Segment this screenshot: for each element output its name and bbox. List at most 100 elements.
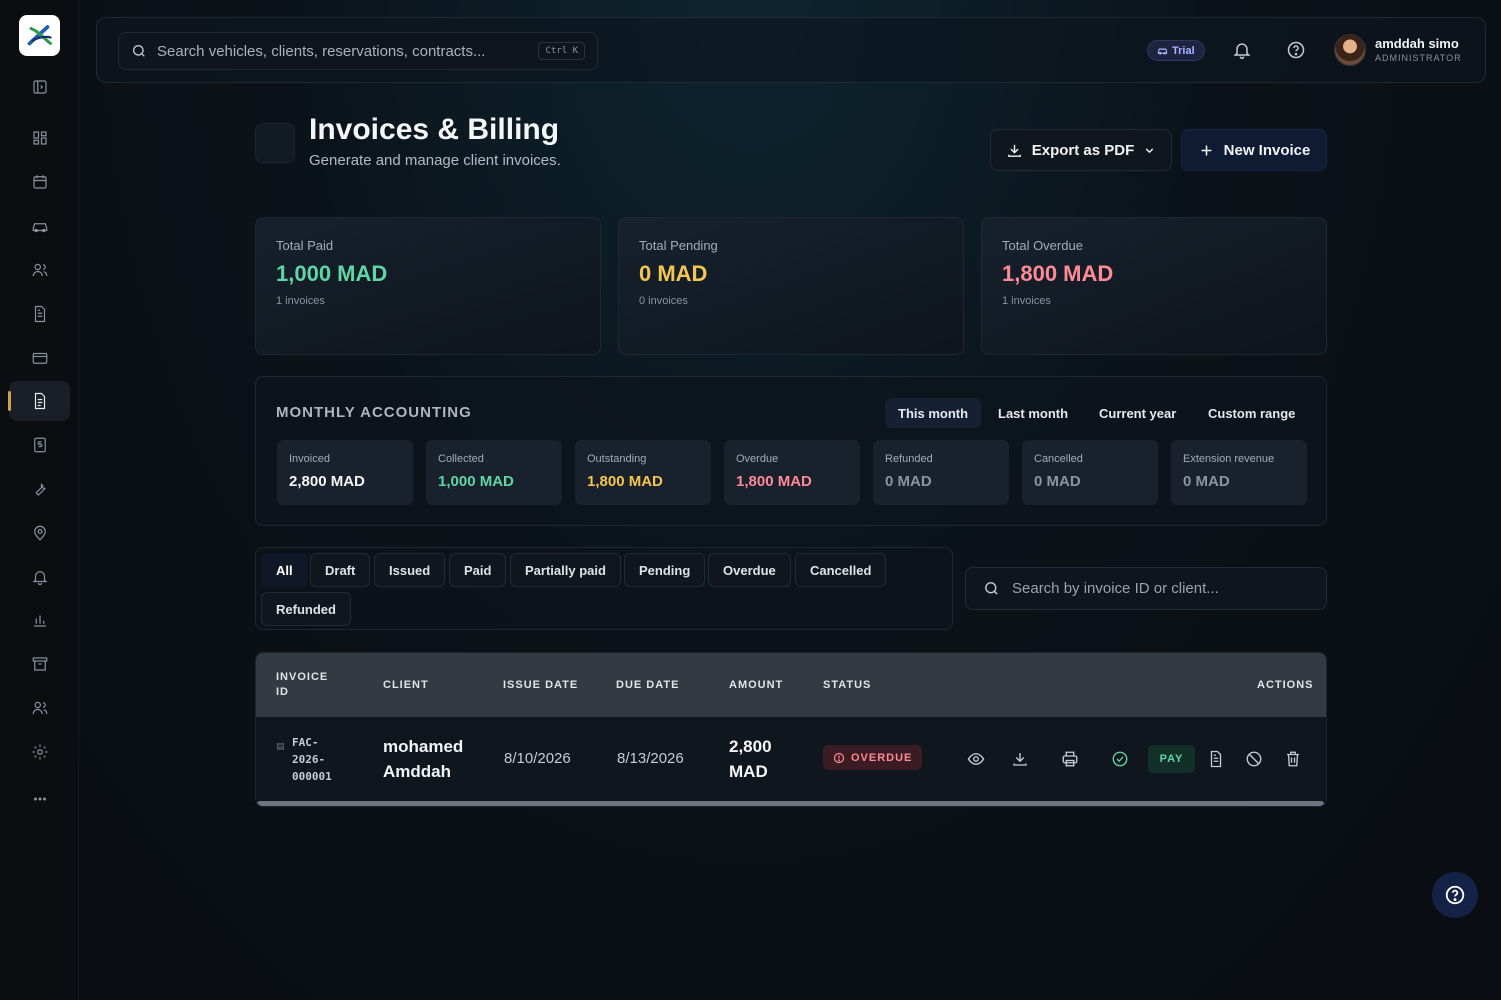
stat-count: 1 invoices: [1002, 295, 1051, 307]
client-name[interactable]: mohamed Amddah: [383, 734, 463, 784]
sidebar-item-more-dots[interactable]: [9, 779, 70, 819]
contract-document-icon: [34, 305, 45, 323]
stat-count: 1 invoices: [276, 295, 325, 307]
printer-icon: [1062, 751, 1078, 767]
range-tab-current-year[interactable]: Current year: [1086, 398, 1189, 428]
sidebar-item-car[interactable]: [9, 206, 70, 246]
sidebar-item-panel-toggle[interactable]: [9, 67, 70, 107]
user-name[interactable]: amddah simo: [1375, 36, 1459, 51]
download-invoice-button[interactable]: [1011, 750, 1029, 773]
sidebar-item-dashboard-grid[interactable]: [9, 118, 70, 158]
range-tab-this-month[interactable]: This month: [885, 398, 982, 428]
search-icon: [133, 45, 145, 57]
invoice-icon: [34, 392, 45, 410]
invoice-search-input[interactable]: Search by invoice ID or client...: [1012, 580, 1219, 597]
sidebar-item-contract-document[interactable]: [9, 294, 70, 334]
global-search[interactable]: Search vehicles, clients, reservations, …: [118, 32, 598, 70]
check-circle-icon: [1112, 751, 1128, 767]
stat-label: Total Pending: [639, 238, 718, 253]
bell-icon: [1233, 43, 1251, 60]
car-icon: [1157, 48, 1168, 55]
view-invoice-button[interactable]: [967, 750, 985, 773]
filter-chip-overdue[interactable]: Overdue: [708, 553, 791, 587]
bell-icon: [32, 571, 47, 586]
sidebar-item-bell[interactable]: [9, 557, 70, 597]
sidebar-item-wrench[interactable]: [9, 469, 70, 509]
pay-button[interactable]: PAY: [1148, 745, 1195, 773]
panel-toggle-icon: [32, 80, 47, 94]
sidebar-item-map-pin[interactable]: [9, 513, 70, 553]
invoice-search[interactable]: Search by invoice ID or client...: [965, 567, 1327, 610]
app-logo[interactable]: [19, 15, 60, 56]
search-icon: [985, 582, 998, 595]
credit-card-icon: [32, 352, 47, 364]
sidebar-item-team[interactable]: [9, 688, 70, 728]
filter-chip-all[interactable]: All: [261, 553, 308, 587]
help-chat-button[interactable]: [1432, 872, 1478, 918]
filter-chip-issued[interactable]: Issued: [374, 553, 446, 587]
column-status[interactable]: STATUS: [823, 678, 871, 693]
column-amount[interactable]: AMOUNT: [729, 678, 783, 693]
metric-value: 0 MAD: [885, 473, 932, 490]
user-avatar[interactable]: [1334, 34, 1366, 66]
metric-label: Cancelled: [1034, 453, 1083, 465]
filter-chip-partially-paid[interactable]: Partially paid: [510, 553, 621, 587]
filter-chip-paid[interactable]: Paid: [449, 553, 507, 587]
column-due-date[interactable]: DUE DATE: [616, 678, 679, 693]
column-issue-date[interactable]: ISSUE DATE: [503, 678, 578, 693]
filter-chip-pending[interactable]: Pending: [624, 553, 706, 587]
filter-chip-cancelled[interactable]: Cancelled: [795, 553, 887, 587]
car-icon: [32, 223, 47, 233]
filter-chip-draft[interactable]: Draft: [310, 553, 371, 587]
calendar-icon: [32, 175, 47, 189]
brand-logo-icon: [27, 24, 52, 45]
page-icon: [255, 123, 295, 163]
metric-label: Outstanding: [587, 453, 647, 465]
horizontal-scrollbar[interactable]: [257, 801, 1324, 806]
sidebar-item-invoice[interactable]: [8, 381, 70, 421]
trial-badge[interactable]: Trial: [1147, 40, 1205, 61]
invoice-id[interactable]: FAC- 2026- 000001: [292, 734, 332, 785]
users-icon: [32, 263, 47, 277]
metric-label: Invoiced: [289, 453, 330, 465]
print-invoice-button[interactable]: [1061, 750, 1079, 773]
invoice-file-icon: ▤: [276, 741, 285, 751]
column-actions: ACTIONS: [1257, 679, 1314, 691]
invoices-table: INVOICE ID CLIENT ISSUE DATE DUE DATE AM…: [255, 652, 1327, 807]
cancel-invoice-button[interactable]: [1245, 750, 1263, 773]
sidebar-item-calendar[interactable]: [9, 162, 70, 202]
sidebar-item-archive[interactable]: [9, 644, 70, 684]
alert-circle-icon: [833, 752, 845, 763]
sidebar-item-credit-card[interactable]: [9, 338, 70, 378]
metric-value: 0 MAD: [1183, 473, 1230, 490]
filter-chip-refunded[interactable]: Refunded: [261, 592, 351, 626]
help-button[interactable]: [1286, 40, 1306, 65]
sidebar-item-users[interactable]: [9, 250, 70, 290]
status-filter-bar: All Draft Issued Paid Partially paid Pending O…: [255, 547, 953, 630]
map-pin-icon: [33, 525, 46, 541]
monthly-accounting-title: MONTHLY ACCOUNTING: [276, 404, 472, 421]
notifications-button[interactable]: [1232, 40, 1252, 65]
download-icon: [1013, 753, 1027, 766]
range-tab-last-month[interactable]: Last month: [985, 398, 1081, 428]
credit-note-button[interactable]: [1207, 750, 1225, 773]
new-invoice-button[interactable]: New Invoice: [1181, 129, 1327, 171]
stat-card: Total Pending 0 MAD 0 invoices: [618, 217, 964, 355]
table-row[interactable]: ▤ FAC- 2026- 000001 mohamed Amddah 8/10/…: [256, 717, 1326, 801]
delete-invoice-button[interactable]: [1284, 750, 1302, 773]
sidebar-item-bar-chart[interactable]: [9, 600, 70, 640]
range-tab-custom-range[interactable]: Custom range: [1195, 398, 1308, 428]
accounting-metric-extension-revenue: Extension revenue 0 MAD: [1171, 440, 1307, 505]
team-icon: [32, 701, 47, 715]
sidebar-item-settings-gear[interactable]: [9, 732, 70, 772]
column-client[interactable]: CLIENT: [383, 678, 429, 693]
stat-value: 0 MAD: [639, 261, 708, 286]
help-circle-icon: [1287, 41, 1305, 59]
mark-paid-button[interactable]: [1111, 750, 1129, 773]
export-pdf-button[interactable]: Export as PDF: [990, 129, 1172, 171]
sidebar-item-dollar-receipt[interactable]: [9, 425, 70, 465]
stat-label: Total Paid: [276, 238, 334, 253]
column-invoice-id[interactable]: INVOICE ID: [276, 670, 328, 700]
global-search-input[interactable]: Search vehicles, clients, reservations, …: [157, 43, 538, 60]
metric-value: 1,800 MAD: [587, 473, 663, 490]
